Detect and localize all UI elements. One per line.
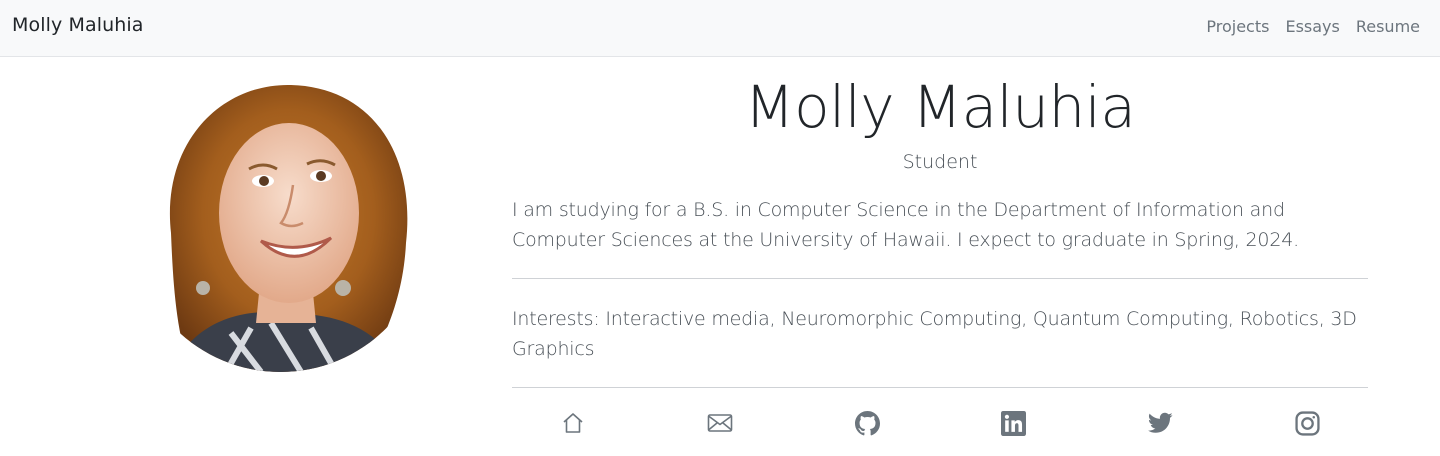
about-text: I am studying for a B.S. in Computer Sci… xyxy=(512,199,1299,251)
instagram-icon[interactable] xyxy=(1292,408,1322,438)
twitter-icon[interactable] xyxy=(1145,408,1175,438)
profile-role: Student xyxy=(902,151,978,173)
home-icon[interactable] xyxy=(558,408,588,438)
brand-link[interactable]: Molly Maluhia xyxy=(12,14,143,36)
nav-link-resume[interactable]: Resume xyxy=(1356,17,1420,36)
social-links xyxy=(512,408,1368,440)
navbar: Molly Maluhia Projects Essays Resume xyxy=(0,0,1440,57)
interests-text: Interests: Interactive media, Neuromorph… xyxy=(512,308,1357,360)
divider xyxy=(512,387,1368,388)
divider xyxy=(512,278,1368,279)
nav-link-projects[interactable]: Projects xyxy=(1206,17,1269,36)
linkedin-icon[interactable] xyxy=(998,408,1028,438)
profile-photo xyxy=(131,73,430,372)
nav-links: Projects Essays Resume xyxy=(1206,17,1420,36)
profile-name: Molly Maluhia xyxy=(744,73,1136,141)
github-icon[interactable] xyxy=(852,408,882,438)
envelope-icon[interactable] xyxy=(705,408,735,438)
nav-link-essays[interactable]: Essays xyxy=(1285,17,1339,36)
